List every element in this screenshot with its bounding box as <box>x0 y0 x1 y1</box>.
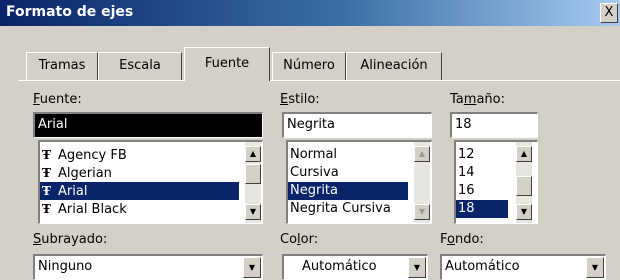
tab-escala[interactable]: Escala <box>98 52 182 80</box>
scroll-up-button[interactable]: ▲ <box>245 146 261 162</box>
close-button[interactable]: X <box>600 3 618 23</box>
chevron-down-icon: ▼ <box>413 263 421 272</box>
truetype-font-icon: Ŧ <box>42 148 51 162</box>
chevron-down-icon: ▼ <box>591 263 599 272</box>
arrow-up-icon: ▲ <box>520 149 528 158</box>
close-icon: X <box>604 5 614 20</box>
tab-label: Alineación <box>360 58 428 73</box>
style-list-item[interactable]: Normal <box>288 146 408 164</box>
font-input[interactable]: Arial <box>33 112 263 138</box>
scroll-thumb[interactable] <box>516 176 532 196</box>
size-label: Tamaño: <box>450 92 505 107</box>
font-list-item[interactable]: Ŧ Algerian <box>40 164 239 182</box>
scroll-thumb[interactable] <box>245 164 261 184</box>
font-list-scrollbar[interactable]: ▲ ▼ <box>245 142 261 223</box>
tab-fuente[interactable]: Fuente <box>184 47 270 81</box>
window-title: Formato de ejes <box>6 4 134 20</box>
arrow-down-icon: ▼ <box>249 207 257 216</box>
color-label: Color: <box>280 232 319 247</box>
title-bar: Formato de ejes X <box>0 0 620 26</box>
scroll-up-button[interactable]: ▲ <box>516 146 532 162</box>
size-list-item-selected[interactable]: 18 <box>456 200 508 218</box>
size-list-item[interactable]: 12 <box>456 146 508 164</box>
size-input[interactable]: 18 <box>450 112 538 138</box>
style-label: Estilo: <box>280 92 320 107</box>
underline-select[interactable]: Ninguno ▼ <box>33 254 263 280</box>
tab-label: Número <box>283 58 335 73</box>
truetype-font-icon: Ŧ <box>42 166 51 180</box>
size-list[interactable]: 12 14 16 18 ▲ ▼ <box>454 140 538 224</box>
font-label: Fuente: <box>33 92 82 107</box>
size-list-scrollbar[interactable]: ▲ ▼ <box>516 142 532 223</box>
tab-panel-border <box>18 80 620 81</box>
style-list-scrollbar[interactable]: ▲ ▼ <box>414 142 430 223</box>
scroll-down-button[interactable]: ▼ <box>516 204 532 220</box>
scroll-down-button[interactable]: ▼ <box>245 204 261 220</box>
size-list-item[interactable]: 14 <box>456 164 508 182</box>
scroll-down-button[interactable]: ▼ <box>414 204 430 220</box>
tab-label: Tramas <box>38 58 86 73</box>
style-list-item-selected[interactable]: Negrita <box>288 182 408 200</box>
font-list-item-selected[interactable]: Ŧ Arial <box>40 182 239 200</box>
background-label: Fondo: <box>440 232 484 247</box>
tab-tramas[interactable]: Tramas <box>26 52 98 80</box>
underline-label: Subrayado: <box>33 232 108 247</box>
font-list[interactable]: Ŧ Agency FB Ŧ Algerian Ŧ Arial Ŧ Arial Black… <box>38 140 263 224</box>
style-list-item[interactable]: Cursiva <box>288 164 408 182</box>
truetype-font-icon: Ŧ <box>42 184 51 198</box>
size-list-item[interactable]: 16 <box>456 182 508 200</box>
arrow-down-icon: ▼ <box>418 207 426 216</box>
tab-label: Fuente <box>204 56 250 71</box>
tab-alineacion[interactable]: Alineación <box>346 52 442 80</box>
chevron-down-icon: ▼ <box>248 263 256 272</box>
tab-numero[interactable]: Número <box>272 52 346 80</box>
color-select[interactable]: Automático ▼ <box>282 254 428 280</box>
arrow-down-icon: ▼ <box>520 207 528 216</box>
style-list-item[interactable]: Negrita Cursiva <box>288 200 414 218</box>
scroll-up-button[interactable]: ▲ <box>414 146 430 162</box>
tab-label: Escala <box>119 58 161 73</box>
background-select[interactable]: Automático ▼ <box>440 254 606 280</box>
arrow-up-icon: ▲ <box>249 149 257 158</box>
font-list-item[interactable]: Ŧ Arial Black <box>40 200 239 218</box>
arrow-up-icon: ▲ <box>418 149 426 158</box>
style-list[interactable]: Normal Cursiva Negrita Negrita Cursiva ▲… <box>286 140 432 224</box>
style-input[interactable]: Negrita <box>282 112 432 138</box>
truetype-font-icon: Ŧ <box>42 202 51 216</box>
font-list-item[interactable]: Ŧ Agency FB <box>40 146 239 164</box>
